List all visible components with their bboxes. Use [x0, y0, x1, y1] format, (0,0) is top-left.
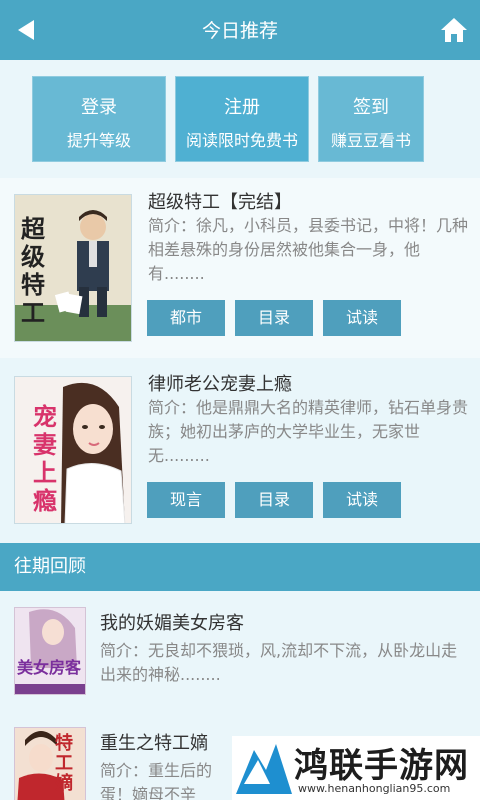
book-cover-title: 宠妻上瘾 [33, 402, 57, 515]
book-intro: 简介：他是鼎鼎大名的精英律师，钻石单身贵族；她初出茅庐的大学毕业生，无家世无..… [148, 398, 469, 465]
book-card[interactable]: 超级特工 超级特工【完结】 简介：徐凡，小科员，县委书记，中将！几种相差悬殊的身… [0, 178, 480, 358]
book-cover-title: 美女房客 [17, 658, 82, 677]
category-button[interactable]: 都市 [147, 300, 225, 336]
category-button[interactable]: 现言 [147, 482, 225, 518]
book-cover-title: 超级特工 [21, 214, 45, 327]
watermark-name: 鸿联手游网 [294, 746, 469, 786]
watermark-url: www.henanhonglian95.com [298, 782, 451, 795]
book-intro: 简介：徐凡，小科员，县委书记，中将！几种相差悬殊的身份居然被他集合一身，他有..… [148, 216, 469, 283]
login-sub: 提升等级 [66, 131, 131, 150]
book-title[interactable]: 超级特工【完结】 [148, 188, 292, 214]
book-intro: 简介：重生后的蛋！嫡母不辛 [100, 761, 213, 800]
watermark-logo-icon [236, 744, 292, 794]
list-item[interactable]: 美女房客 我的妖媚美女房客 简介：无良却不猥琐，风,流却不下流，从卧龙山走出来的… [0, 593, 480, 703]
checkin-sub: 赚豆豆看书 [330, 131, 411, 150]
register-button[interactable]: 注册 阅读限时免费书 [175, 76, 309, 162]
page-title: 今日推荐 [201, 20, 278, 42]
top-bar: 今日推荐 [0, 0, 480, 60]
book-cover[interactable]: 特工嫡 [14, 727, 86, 800]
trial-read-button[interactable]: 试读 [323, 300, 401, 336]
checkin-button[interactable]: 签到 赚豆豆看书 [318, 76, 424, 162]
section-header: 往期回顾 [0, 543, 480, 591]
action-bar: 登录 提升等级 注册 阅读限时免费书 签到 赚豆豆看书 [0, 60, 480, 178]
book-title[interactable]: 律师老公宠妻上瘾 [148, 370, 292, 396]
watermark: 鸿联手游网 www.henanhonglian95.com [232, 736, 480, 800]
login-button[interactable]: 登录 提升等级 [32, 76, 166, 162]
home-icon[interactable] [440, 16, 468, 44]
book-title[interactable]: 我的妖媚美女房客 [100, 609, 244, 635]
catalog-button[interactable]: 目录 [235, 482, 313, 518]
trial-read-button[interactable]: 试读 [323, 482, 401, 518]
book-intro: 简介：无良却不猥琐，风,流却不下流，从卧龙山走出来的神秘........ [100, 641, 458, 684]
book-title[interactable]: 重生之特工嫡 [100, 729, 208, 755]
register-label: 注册 [224, 97, 260, 118]
book-cover-title: 特工嫡 [55, 733, 73, 794]
book-cover[interactable]: 超级特工 [14, 194, 132, 342]
login-label: 登录 [81, 97, 117, 118]
checkin-label: 签到 [353, 97, 389, 118]
catalog-button[interactable]: 目录 [235, 300, 313, 336]
register-sub: 阅读限时免费书 [185, 131, 298, 150]
book-cover[interactable]: 宠妻上瘾 [14, 376, 132, 524]
book-cover[interactable]: 美女房客 [14, 607, 86, 695]
book-card[interactable]: 宠妻上瘾 律师老公宠妻上瘾 简介：他是鼎鼎大名的精英律师，钻石单身贵族；她初出茅… [0, 360, 480, 540]
